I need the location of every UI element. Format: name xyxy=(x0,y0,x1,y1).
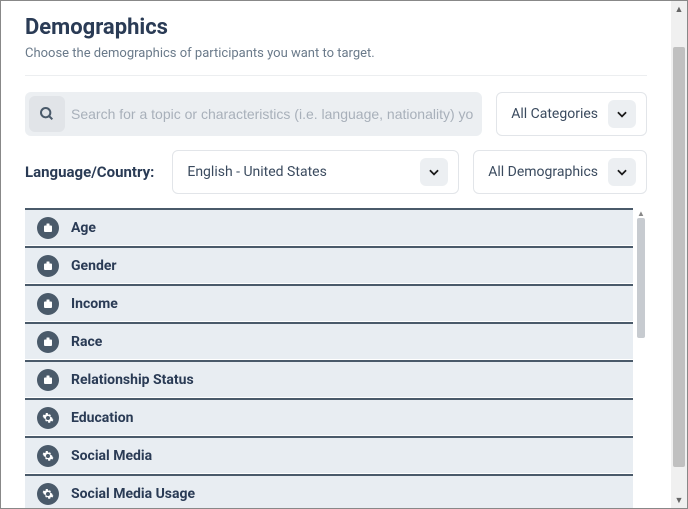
demographics-select-value: All Demographics xyxy=(488,164,598,180)
search-input[interactable] xyxy=(71,106,474,122)
scroll-up-icon[interactable]: ▲ xyxy=(635,208,647,218)
demographics-select[interactable]: All Demographics xyxy=(473,150,647,194)
page-subtitle: Choose the demographics of participants … xyxy=(25,46,647,61)
list-item[interactable]: Age xyxy=(25,208,633,246)
list-item-label: Education xyxy=(71,410,133,426)
language-select[interactable]: English - United States xyxy=(172,150,459,194)
scroll-thumb[interactable] xyxy=(673,47,685,467)
chevron-down-icon xyxy=(420,158,448,186)
window-scrollbar[interactable]: ▲ ▼ xyxy=(671,1,687,508)
badge-icon xyxy=(37,255,59,277)
list-item[interactable]: Gender xyxy=(25,246,633,284)
badge-icon xyxy=(37,217,59,239)
list-item-label: Income xyxy=(71,296,118,312)
scroll-thumb[interactable] xyxy=(637,218,645,338)
divider xyxy=(25,75,647,76)
badge-icon xyxy=(37,331,59,353)
list-item[interactable]: Education xyxy=(25,398,633,436)
list-item-label: Race xyxy=(71,334,102,350)
chevron-down-icon xyxy=(608,100,636,128)
chevron-down-icon xyxy=(608,158,636,186)
categories-select[interactable]: All Categories xyxy=(496,92,647,136)
demographics-list: Age Gender Income Race Relationship Status Ed… xyxy=(25,208,633,508)
list-item[interactable]: Income xyxy=(25,284,633,322)
badge-icon xyxy=(37,293,59,315)
page-title: Demographics xyxy=(25,15,647,40)
search-box xyxy=(25,92,482,136)
list-item-label: Social Media Usage xyxy=(71,486,195,502)
gear-icon xyxy=(37,483,59,505)
list-scrollbar[interactable]: ▲ xyxy=(635,208,647,508)
list-item[interactable]: Social Media xyxy=(25,436,633,474)
list-item-label: Social Media xyxy=(71,448,152,464)
scroll-up-icon[interactable]: ▲ xyxy=(671,1,687,17)
list-item-label: Relationship Status xyxy=(71,372,194,388)
list-item[interactable]: Relationship Status xyxy=(25,360,633,398)
categories-select-value: All Categories xyxy=(511,106,598,122)
language-country-label: Language/Country: xyxy=(25,150,158,194)
list-item[interactable]: Social Media Usage xyxy=(25,474,633,508)
list-item[interactable]: Race xyxy=(25,322,633,360)
gear-icon xyxy=(37,445,59,467)
list-item-label: Gender xyxy=(71,258,117,274)
search-icon xyxy=(39,106,55,122)
badge-icon xyxy=(37,369,59,391)
list-item-label: Age xyxy=(71,220,96,236)
language-select-value: English - United States xyxy=(187,164,326,180)
scroll-down-icon[interactable]: ▼ xyxy=(671,492,687,508)
gear-icon xyxy=(37,407,59,429)
search-button[interactable] xyxy=(29,96,65,132)
